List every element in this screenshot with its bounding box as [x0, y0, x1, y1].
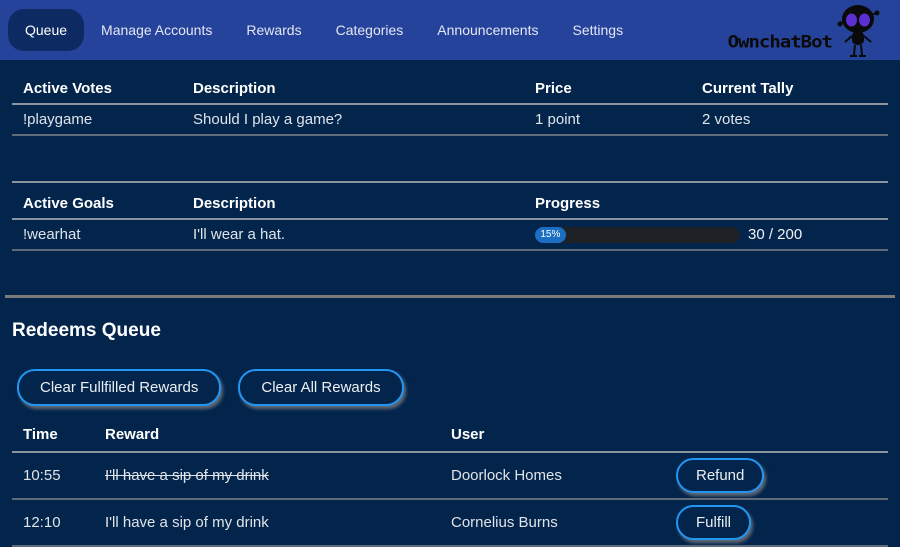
vote-price: 1 point [524, 105, 691, 136]
goal-progress-cell: 15% 30 / 200 [524, 220, 888, 251]
tab-queue[interactable]: Queue [8, 9, 84, 51]
goal-row: !wearhat I'll wear a hat. 15% 30 / 200 [12, 220, 888, 251]
redeem-user: Doorlock Homes [440, 453, 673, 500]
fulfill-button[interactable]: Fulfill [676, 505, 751, 540]
active-goals-header-row: Active Goals Description Progress [12, 183, 888, 220]
progress-fill: 15% [535, 227, 566, 243]
redeems-actions: Clear Fullfilled Rewards Clear All Rewar… [12, 369, 888, 406]
logo-text: OwnchatBot [728, 32, 832, 52]
col-reward: Reward [94, 418, 440, 453]
col-time: Time [12, 418, 94, 453]
col-action [673, 418, 888, 453]
app-logo: OwnchatBot [728, 0, 884, 60]
redeems-queue-title: Redeems Queue [12, 320, 888, 342]
vote-row: !playgame Should I play a game? 1 point … [12, 105, 888, 136]
goal-description: I'll wear a hat. [182, 220, 524, 251]
redeem-time: 10:55 [12, 453, 94, 500]
clear-all-button[interactable]: Clear All Rewards [238, 369, 403, 406]
col-user: User [440, 418, 673, 453]
redeem-row: 10:55 I'll have a sip of my drink Doorlo… [12, 453, 888, 500]
progress-count: 30 / 200 [748, 226, 802, 243]
robot-mascot-icon [832, 4, 884, 58]
tab-settings[interactable]: Settings [555, 9, 640, 51]
col-progress: Progress [524, 183, 888, 220]
vote-command: !playgame [12, 105, 182, 136]
redeem-user: Cornelius Burns [440, 500, 673, 547]
vote-tally: 2 votes [691, 105, 888, 136]
col-goal-description: Description [182, 183, 524, 220]
refund-button[interactable]: Refund [676, 458, 764, 493]
active-votes-table: Active Votes Description Price Current T… [12, 74, 888, 136]
page-content: Active Votes Description Price Current T… [0, 74, 900, 547]
progress-bar: 15% [535, 227, 740, 243]
tab-announcements[interactable]: Announcements [420, 9, 555, 51]
redeems-header-row: Time Reward User [12, 418, 888, 453]
tab-manage-accounts[interactable]: Manage Accounts [84, 9, 229, 51]
redeem-reward: I'll have a sip of my drink [105, 467, 269, 484]
active-votes-header-row: Active Votes Description Price Current T… [12, 74, 888, 105]
redeem-reward: I'll have a sip of my drink [105, 514, 269, 531]
section-divider [5, 295, 895, 298]
redeem-row: 12:10 I'll have a sip of my drink Cornel… [12, 500, 888, 547]
col-active-goals: Active Goals [12, 183, 182, 220]
col-price: Price [524, 74, 691, 105]
active-goals-table: Active Goals Description Progress !wearh… [12, 181, 888, 251]
col-active-votes: Active Votes [12, 74, 182, 105]
goal-command: !wearhat [12, 220, 182, 251]
col-current-tally: Current Tally [691, 74, 888, 105]
clear-fulfilled-button[interactable]: Clear Fullfilled Rewards [17, 369, 221, 406]
vote-description: Should I play a game? [182, 105, 524, 136]
redeem-time: 12:10 [12, 500, 94, 547]
top-nav: Queue Manage Accounts Rewards Categories… [0, 0, 900, 60]
col-description: Description [182, 74, 524, 105]
redeems-table: Time Reward User 10:55 I'll have a sip o… [12, 418, 888, 547]
tab-rewards[interactable]: Rewards [229, 9, 318, 51]
tab-categories[interactable]: Categories [319, 9, 421, 51]
